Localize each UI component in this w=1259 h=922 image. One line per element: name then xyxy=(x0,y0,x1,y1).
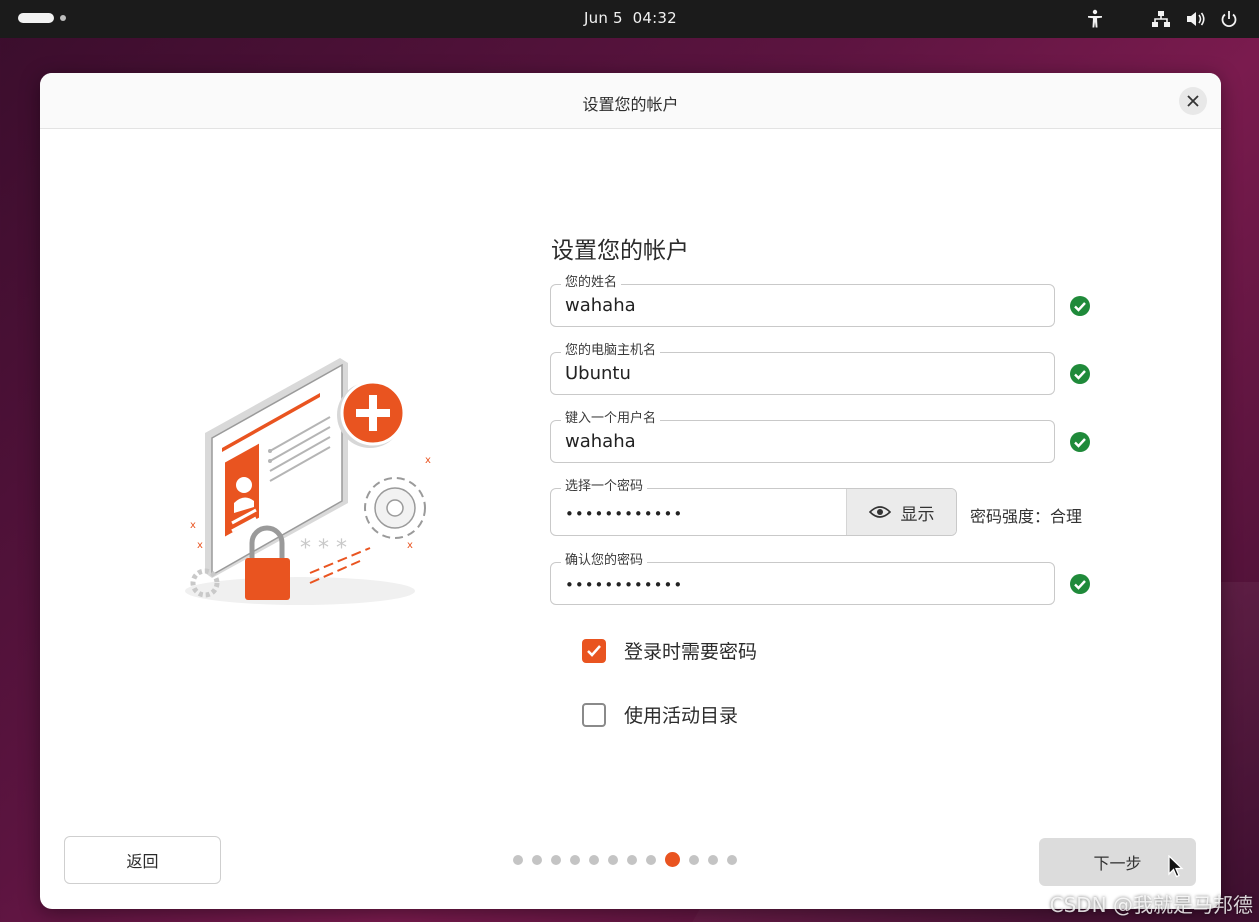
account-setup-illustration: * * * x x x x xyxy=(185,358,431,605)
step-dot xyxy=(570,854,580,865)
require-password-checkbox[interactable]: 登录时需要密码 xyxy=(582,637,757,664)
network-icon[interactable] xyxy=(1151,8,1171,30)
form-heading: 设置您的帐户 xyxy=(551,238,689,264)
checkmark-icon xyxy=(587,644,601,657)
close-icon xyxy=(1187,95,1199,107)
show-password-label: 显示 xyxy=(900,504,935,525)
username-value: wahaha xyxy=(565,431,636,452)
username-label: 键入一个用户名 xyxy=(561,411,661,427)
close-button[interactable] xyxy=(1179,87,1207,115)
hostname-label: 您的电脑主机名 xyxy=(561,343,661,359)
valid-check-icon xyxy=(1070,432,1090,452)
top-bar: Jun 5 04:32 xyxy=(0,0,1259,38)
checkbox-checked[interactable] xyxy=(582,638,606,663)
password-value: •••••••••••• xyxy=(565,505,684,523)
active-directory-checkbox[interactable]: 使用活动目录 xyxy=(582,701,738,728)
step-dot xyxy=(689,854,699,865)
valid-check-icon xyxy=(1070,296,1090,316)
back-button[interactable]: 返回 xyxy=(64,836,221,884)
step-dot xyxy=(708,854,718,865)
require-password-label: 登录时需要密码 xyxy=(624,641,758,663)
step-dot xyxy=(727,854,737,865)
svg-text:x: x xyxy=(425,455,431,466)
password-field[interactable]: 选择一个密码 •••••••••••• 显示 xyxy=(550,479,957,536)
password-label: 选择一个密码 xyxy=(561,479,648,495)
mouse-pointer-icon xyxy=(1168,855,1184,878)
full-name-label: 您的姓名 xyxy=(561,275,622,291)
step-dot xyxy=(627,854,637,865)
svg-text:x: x xyxy=(190,520,196,531)
power-icon[interactable] xyxy=(1220,8,1238,30)
volume-icon[interactable] xyxy=(1186,8,1206,30)
confirm-password-label: 确认您的密码 xyxy=(561,553,648,569)
step-indicator xyxy=(513,852,737,867)
svg-text:x: x xyxy=(407,540,413,551)
svg-text:* * *: * * * xyxy=(300,536,347,561)
show-password-button[interactable]: 显示 xyxy=(846,489,956,535)
full-name-value: wahaha xyxy=(565,295,636,316)
step-dot xyxy=(513,854,523,865)
dialog-header: 设置您的帐户 xyxy=(40,73,1221,129)
username-field[interactable]: 键入一个用户名 wahaha xyxy=(550,411,1055,463)
step-dot xyxy=(589,854,599,865)
confirm-password-value: •••••••••••• xyxy=(565,576,684,594)
svg-text:x: x xyxy=(197,540,203,551)
step-dot xyxy=(532,854,542,865)
eye-icon xyxy=(868,506,891,518)
accessibility-icon[interactable] xyxy=(1086,8,1104,30)
activities-indicator[interactable] xyxy=(18,13,66,23)
active-directory-label: 使用活动目录 xyxy=(624,705,739,727)
confirm-password-field[interactable]: 确认您的密码 •••••••••••• xyxy=(550,553,1055,605)
workspace-pill xyxy=(18,13,54,23)
full-name-field[interactable]: 您的姓名 wahaha xyxy=(550,275,1055,327)
watermark: CSDN @我就是马邦德 xyxy=(1049,893,1253,917)
hostname-field[interactable]: 您的电脑主机名 Ubuntu xyxy=(550,343,1055,395)
dialog-title: 设置您的帐户 xyxy=(582,95,679,114)
installer-dialog: 设置您的帐户 * * * x x x x 设置您的帐户 您的姓名 wahaha … xyxy=(40,73,1221,909)
password-strength: 密码强度：合理 xyxy=(970,507,1083,526)
step-dot-current xyxy=(665,852,680,867)
valid-check-icon xyxy=(1070,364,1090,384)
step-dot xyxy=(551,854,561,865)
hostname-value: Ubuntu xyxy=(565,363,631,384)
step-dot xyxy=(608,854,618,865)
workspace-dot xyxy=(60,15,66,21)
valid-check-icon xyxy=(1070,574,1090,594)
step-dot xyxy=(646,854,656,865)
clock[interactable]: Jun 5 04:32 xyxy=(584,9,677,27)
checkbox-unchecked[interactable] xyxy=(582,702,606,727)
